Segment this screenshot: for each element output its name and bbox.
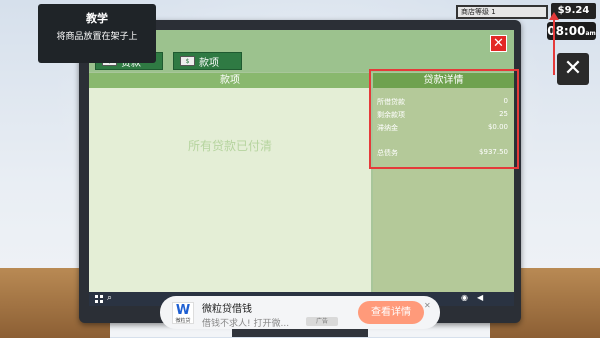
exit-button[interactable]: ✕ [557, 53, 589, 85]
cash-icon: $ [180, 56, 195, 66]
tutorial-arrow-head [549, 12, 559, 20]
window-close-button[interactable]: ✕ [490, 35, 507, 52]
empty-message: 所有贷款已付清 [187, 139, 272, 153]
tutorial-highlight-box [369, 69, 519, 169]
tutorial-popup: 教学 将商品放置在架子上 [38, 4, 156, 63]
ad-banner[interactable]: W 微粒贷 微粒贷借钱 借钱不求人! 打开微... 广告 查看详情 ✕ [160, 296, 440, 329]
tutorial-arrow [553, 18, 555, 75]
ad-view-details-button[interactable]: 查看详情 [358, 301, 424, 324]
ad-tag: 广告 [306, 317, 338, 326]
tab-payments-label: 款项 [199, 57, 219, 69]
ad-subtitle: 借钱不求人! 打开微... [202, 319, 290, 329]
tab-payments[interactable]: $ 款项 [173, 52, 242, 70]
ad-title: 微粒贷借钱 [202, 304, 252, 315]
payments-header: 款项 [89, 73, 371, 88]
tutorial-text: 将商品放置在架子上 [56, 32, 138, 42]
store-level-bar: 商店等级 1 [456, 5, 548, 19]
wifi-icon: ◉ [461, 293, 468, 302]
clock-suffix: am [585, 30, 596, 37]
windows-start-icon[interactable] [95, 295, 103, 303]
payments-panel: 款项 所有贷款已付清 [89, 73, 371, 292]
tutorial-title: 教学 [86, 12, 108, 25]
ad-close-icon[interactable]: ✕ [424, 301, 431, 310]
ad-logo-caption: 微粒贷 [175, 318, 191, 324]
store-level-label: 商店等级 1 [461, 8, 496, 16]
volume-icon: ◀ [477, 293, 484, 302]
search-icon[interactable]: ⌕ [107, 293, 112, 303]
